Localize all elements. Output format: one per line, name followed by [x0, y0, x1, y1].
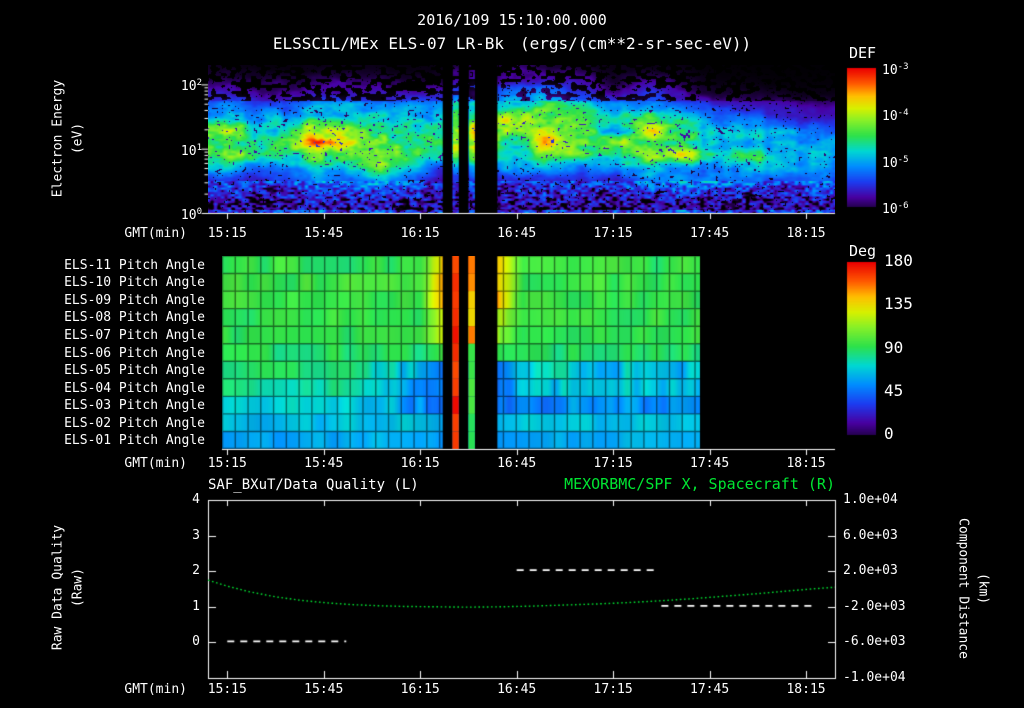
time-tick-row1-0: 15:15	[207, 456, 247, 471]
km-axis-tick-2: 2.0e+03	[843, 563, 898, 579]
raw-quality-axis-label: Raw Data Quality	[50, 524, 66, 651]
def-colorbar-tick-1: 10-4	[882, 106, 942, 124]
page-title: 2016/109 15:10:00.000	[417, 11, 607, 29]
energy-tick-2-text: 10	[180, 208, 197, 223]
time-tick-row0-3: 16:45	[497, 226, 537, 241]
time-tick-row2-5: 17:45	[690, 682, 730, 697]
def-colorbar-tick-0-text: -3	[897, 62, 909, 72]
deg-colorbar-tick-2: 90	[884, 337, 904, 357]
component-distance-units-label: (km)	[975, 572, 991, 605]
raw-axis-tick-4: 0	[192, 634, 200, 650]
quality-series-title: SAF_BXuT/Data Quality (L)	[208, 477, 419, 493]
energy-tick-1-text: 1	[196, 142, 202, 153]
time-tick-row2-6: 18:15	[786, 682, 826, 697]
time-tick-row0-0: 15:15	[207, 226, 247, 241]
deg-colorbar-tick-1: 135	[884, 294, 913, 314]
km-axis-tick-3: -2.0e+03	[843, 598, 906, 614]
energy-tick-2-text: 0	[196, 207, 202, 217]
def-colorbar-tick-2-text: 10	[882, 155, 898, 171]
time-tick-row2-1: 15:45	[304, 682, 344, 697]
def-colorbar-tick-3: 10-6	[882, 199, 942, 217]
km-axis-tick-4: -6.0e+03	[843, 634, 906, 650]
time-tick-row1-2: 16:15	[400, 456, 440, 471]
def-colorbar-tick-0-text: 10	[882, 63, 898, 78]
km-axis-tick-1: 6.0e+03	[843, 527, 898, 543]
energy-tick-1-text: 10	[180, 143, 197, 159]
time-tick-row1-6: 18:15	[786, 456, 826, 471]
pitch-row-label-3: ELS-08 Pitch Angle	[64, 310, 205, 326]
energy-axis-label: Electron Energy	[50, 79, 66, 198]
def-colorbar-tick-0: 10-3	[882, 60, 942, 78]
time-tick-row1-1: 15:45	[304, 456, 344, 471]
spacecraft-series-title: MEXORBMC/SPF X, Spacecraft (R)	[564, 475, 835, 493]
energy-tick-0: 102	[158, 76, 202, 94]
pitch-row-label-2: ELS-09 Pitch Angle	[64, 292, 205, 308]
time-tick-row0-5: 17:45	[690, 226, 730, 241]
spectrogram-units-text: (ergs/(cm**2-sr-sec-eV))	[520, 34, 752, 53]
time-tick-row1-4: 17:15	[593, 456, 633, 471]
def-colorbar-tick-2-text: -5	[897, 154, 909, 165]
energy-axis-units-label: (eV)	[70, 122, 86, 155]
spectrogram-title-text: ELSSCIL/MEx ELS-07 LR-Bk	[272, 34, 504, 53]
raw-quality-axis-units-label: (Raw)	[70, 567, 86, 608]
energy-tick-2: 100	[158, 205, 202, 223]
time-tick-row2-2: 16:15	[400, 682, 440, 697]
pitch-row-label-8: ELS-03 Pitch Angle	[64, 398, 205, 414]
energy-tick-0-text: 2	[196, 78, 202, 89]
def-colorbar-tick-1-text: 10	[882, 109, 898, 125]
raw-axis-tick-2: 2	[192, 563, 200, 579]
time-tick-row0-6: 18:15	[786, 226, 826, 241]
time-tick-row0-1: 15:45	[304, 226, 344, 241]
def-colorbar-tick-1-text: -4	[897, 108, 909, 119]
deg-colorbar-label: Deg	[849, 242, 877, 260]
electron-energy-spectrogram-canvas	[208, 65, 835, 213]
deg-colorbar-tick-0: 180	[884, 251, 913, 270]
km-axis-tick-0: 1.0e+04	[843, 492, 898, 507]
def-colorbar-tick-3-text: 10	[882, 202, 898, 217]
time-tick-row1-3: 16:45	[497, 456, 537, 471]
time-tick-row1-5: 17:45	[690, 456, 730, 471]
pitch-row-label-4: ELS-07 Pitch Angle	[64, 327, 205, 343]
deg-colorbar-tick-3: 45	[884, 380, 904, 400]
gmt-axis-label-top: GMT(min)	[124, 226, 187, 241]
els-data-browser: 2016/109 15:10:00.000 ELSSCIL/MEx ELS-07…	[0, 0, 1024, 708]
pitch-row-label-1: ELS-10 Pitch Angle	[64, 275, 205, 291]
def-colorbar-tick-2: 10-5	[882, 153, 942, 171]
km-axis-tick-5: -1.0e+04	[843, 670, 906, 685]
time-tick-row0-4: 17:15	[593, 226, 633, 241]
pitch-row-label-5: ELS-06 Pitch Angle	[64, 345, 205, 361]
def-colorbar-tick-3-text: -6	[897, 201, 909, 211]
deg-colorbar-tick-4: 0	[884, 424, 894, 443]
raw-axis-tick-3: 1	[192, 598, 200, 614]
pitch-row-label-7: ELS-04 Pitch Angle	[64, 380, 205, 396]
time-tick-row2-3: 16:45	[497, 682, 537, 697]
gmt-axis-label-bottom: GMT(min)	[124, 682, 187, 697]
pitch-row-label-0: ELS-11 Pitch Angle	[64, 257, 205, 273]
pitch-row-label-10: ELS-01 Pitch Angle	[64, 433, 205, 449]
pitch-angle-heatmap-canvas	[222, 256, 835, 449]
pitch-row-label-6: ELS-05 Pitch Angle	[64, 363, 205, 379]
raw-axis-tick-0: 4	[192, 492, 200, 507]
time-tick-row0-2: 16:15	[400, 226, 440, 241]
time-tick-row2-4: 17:15	[593, 682, 633, 697]
def-colorbar-label: DEF	[849, 44, 877, 62]
raw-axis-tick-1: 3	[192, 527, 200, 543]
energy-tick-0-text: 10	[180, 79, 197, 95]
gmt-axis-label-middle: GMT(min)	[124, 456, 187, 471]
component-distance-axis-label: Component Distance	[955, 518, 971, 659]
time-tick-row2-0: 15:15	[207, 682, 247, 697]
energy-tick-1: 101	[158, 141, 202, 159]
pitch-row-label-9: ELS-02 Pitch Angle	[64, 415, 205, 431]
